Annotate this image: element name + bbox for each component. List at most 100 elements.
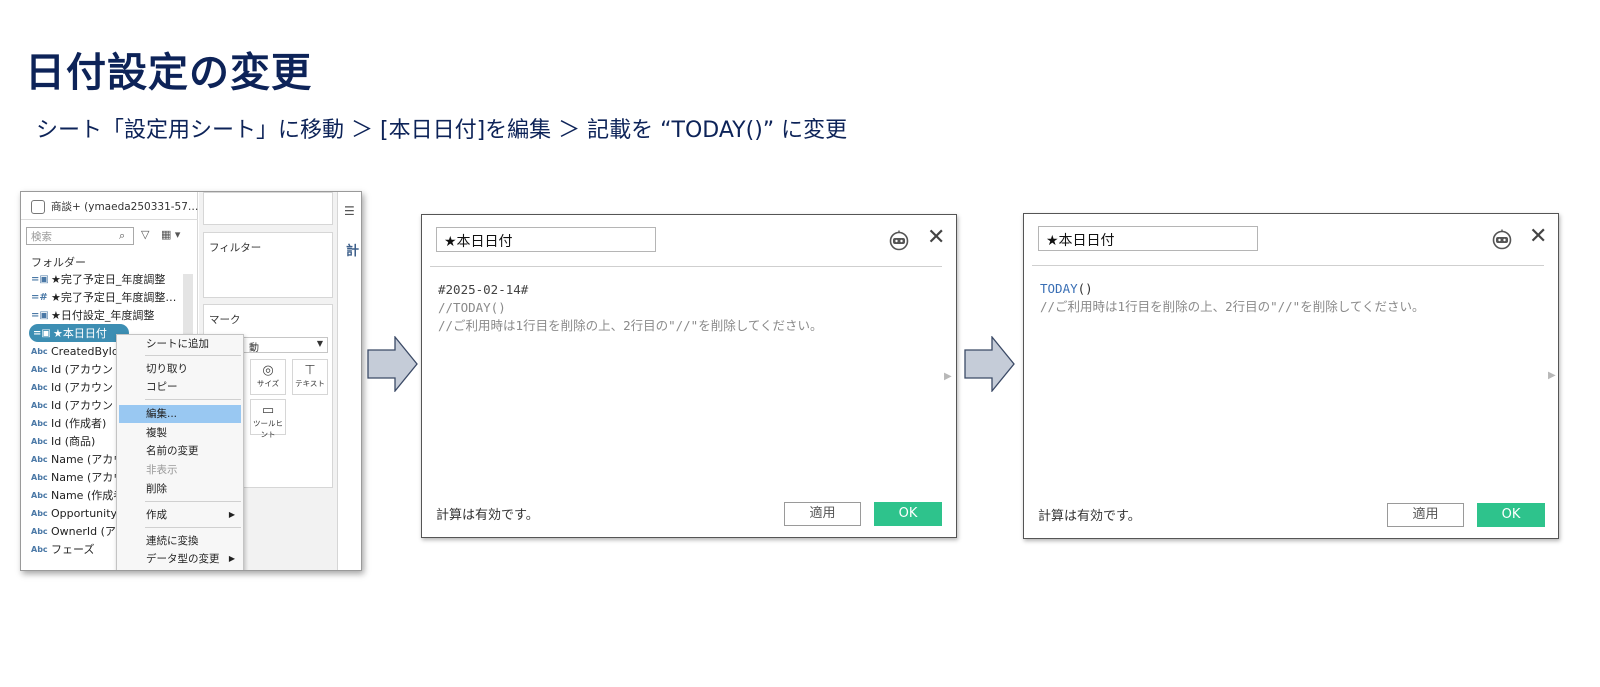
field-item[interactable]: =▣ ★日付設定_年度調整	[31, 306, 154, 324]
step-arrow-icon	[964, 336, 1015, 392]
field-item[interactable]: Abc CreatedById (	[31, 342, 127, 360]
calc-dialog-before: ★本日日付 ✕ #2025-02-14# //TODAY() //ご利用時は1行…	[421, 214, 957, 538]
field-item[interactable]: Abc OwnerId (アカ	[31, 522, 127, 540]
menu-item-rename[interactable]: 名前の変更	[117, 442, 243, 460]
submenu-arrow-icon: ▶	[228, 510, 235, 519]
marks-label: マーク	[209, 314, 241, 326]
code-function: TODAY	[1040, 281, 1078, 296]
assistant-icon[interactable]	[1491, 228, 1513, 250]
menu-item-copy[interactable]: コピー	[117, 378, 243, 396]
datasource-row[interactable]: 商談+ (ymaeda250331-57…	[31, 199, 198, 214]
menu-item-convert-continuous[interactable]: 連続に変換	[117, 532, 243, 550]
apply-button[interactable]: 適用	[1387, 503, 1464, 527]
chevron-down-icon: ▼	[316, 339, 323, 348]
menu-item-cut[interactable]: 切り取り	[117, 360, 243, 378]
tableau-data-pane-screenshot: 商談+ (ymaeda250331-57… 検索 ⌕ ▽ ▦ ▾ フォルダー =…	[20, 191, 362, 571]
formula-editor[interactable]: #2025-02-14# //TODAY() //ご利用時は1行目を削除の上、2…	[438, 281, 822, 335]
menu-item-duplicate[interactable]: 複製	[117, 424, 243, 442]
side-text: 計	[346, 244, 360, 259]
menu-divider	[145, 399, 241, 400]
field-label: Id (作成者)	[51, 417, 107, 430]
string-icon: Abc	[31, 490, 48, 500]
menu-item-delete[interactable]: 削除	[117, 480, 243, 498]
pages-card	[203, 192, 333, 225]
size-label: サイズ	[256, 379, 280, 388]
expand-panel-icon[interactable]: ▶	[944, 371, 952, 382]
text-label: テキスト	[295, 379, 325, 388]
code-line: //ご利用時は1行目を削除の上、2行目の"//"を削除してください。	[1040, 299, 1425, 314]
formula-editor[interactable]: TODAY() //ご利用時は1行目を削除の上、2行目の"//"を削除してくださ…	[1040, 280, 1424, 316]
list-icon[interactable]: ☰	[344, 204, 355, 218]
filters-card[interactable]: フィルター	[203, 232, 333, 298]
close-icon[interactable]: ✕	[927, 225, 945, 251]
search-input[interactable]: 検索	[26, 227, 134, 245]
string-icon: Abc	[31, 382, 48, 392]
menu-divider	[145, 501, 241, 502]
menu-divider	[145, 527, 241, 528]
field-item[interactable]: Abc Id (商品)	[31, 432, 95, 450]
divider	[21, 219, 198, 220]
menu-item-add-to-sheet[interactable]: シートに追加	[117, 335, 243, 353]
field-item-selected[interactable]: =▣ ★本日日付	[29, 324, 129, 342]
field-label: Name (作成者	[51, 489, 125, 502]
size-icon: ◎	[262, 363, 274, 378]
datasource-icon	[31, 199, 45, 214]
field-item[interactable]: =# ★完了予定日_年度調整…	[31, 288, 176, 306]
menu-item-hide[interactable]: 非表示	[117, 461, 243, 479]
field-item[interactable]: Abc Name (作成者	[31, 486, 124, 504]
menu-item-create[interactable]: 作成 ▶	[117, 506, 243, 524]
filter-icon[interactable]: ▽	[141, 228, 149, 241]
ok-button[interactable]: OK	[1477, 503, 1545, 527]
code-line: #2025-02-14#	[438, 282, 529, 297]
code-line: //TODAY()	[438, 300, 506, 315]
code-paren: ()	[1077, 281, 1093, 296]
calc-dialog-after: ★本日日付 ✕ TODAY() //ご利用時は1行目を削除の上、2行目の"//"…	[1023, 213, 1559, 539]
field-label: ★日付設定_年度調整	[51, 309, 155, 322]
menu-item-change-type[interactable]: データ型の変更 ▶	[117, 550, 243, 568]
menu-item-label: 作成	[146, 509, 167, 521]
calc-number-icon: =#	[31, 291, 48, 303]
calc-name-field[interactable]: ★本日日付	[436, 227, 656, 252]
field-label: ★完了予定日_年度調整	[51, 273, 166, 286]
field-item[interactable]: Abc Id (作成者)	[31, 414, 106, 432]
field-label: ★完了予定日_年度調整…	[51, 291, 177, 304]
right-strip: ☰ 計	[337, 192, 361, 570]
slide-subtitle: シート「設定用シート」に移動 ＞ [本日日付]を編集 ＞ 記載を “TODAY(…	[36, 118, 848, 143]
string-icon: Abc	[31, 544, 48, 554]
context-menu: シートに追加 切り取り コピー 編集... 複製 名前の変更 非表示 削除 作成…	[116, 334, 244, 570]
field-item[interactable]: Abc OpportunityId	[31, 504, 127, 522]
field-item[interactable]: Abc フェーズ	[31, 540, 94, 558]
folders-label: フォルダー	[31, 256, 86, 269]
divider	[430, 266, 942, 267]
string-icon: Abc	[31, 436, 48, 446]
view-options-icon[interactable]: ▦ ▾	[161, 228, 180, 241]
menu-item-edit[interactable]: 編集...	[119, 405, 241, 423]
field-item[interactable]: =▣ ★完了予定日_年度調整	[31, 270, 165, 288]
calc-name-field[interactable]: ★本日日付	[1038, 226, 1258, 251]
calc-date-icon: =▣	[33, 327, 51, 339]
slide-title: 日付設定の変更	[25, 50, 312, 96]
tooltip-button[interactable]: ▭ ツールヒント	[250, 399, 286, 439]
calc-status: 計算は有効です。	[1038, 509, 1141, 524]
calc-status: 計算は有効です。	[436, 508, 539, 523]
string-icon: Abc	[31, 400, 48, 410]
size-button[interactable]: ◎ サイズ	[250, 359, 286, 395]
string-icon: Abc	[31, 472, 48, 482]
calc-date-icon: =▣	[31, 309, 49, 321]
search-icon[interactable]: ⌕	[119, 229, 125, 243]
ok-button[interactable]: OK	[874, 502, 942, 526]
calc-date-icon: =▣	[31, 273, 49, 285]
submenu-arrow-icon: ▶	[228, 554, 235, 563]
field-item[interactable]: Abc Id (アカウント)	[31, 360, 128, 378]
apply-button[interactable]: 適用	[784, 502, 861, 526]
filters-label: フィルター	[209, 242, 262, 254]
text-icon: ⊤	[304, 363, 316, 378]
mark-type-value: 動	[249, 343, 259, 354]
string-icon: Abc	[31, 508, 48, 518]
text-button[interactable]: ⊤ テキスト	[292, 359, 328, 395]
step-arrow-icon	[367, 336, 418, 392]
assistant-icon[interactable]	[888, 229, 910, 251]
expand-panel-icon[interactable]: ▶	[1548, 370, 1556, 381]
close-icon[interactable]: ✕	[1529, 224, 1547, 250]
field-label: Id (商品)	[51, 435, 96, 448]
